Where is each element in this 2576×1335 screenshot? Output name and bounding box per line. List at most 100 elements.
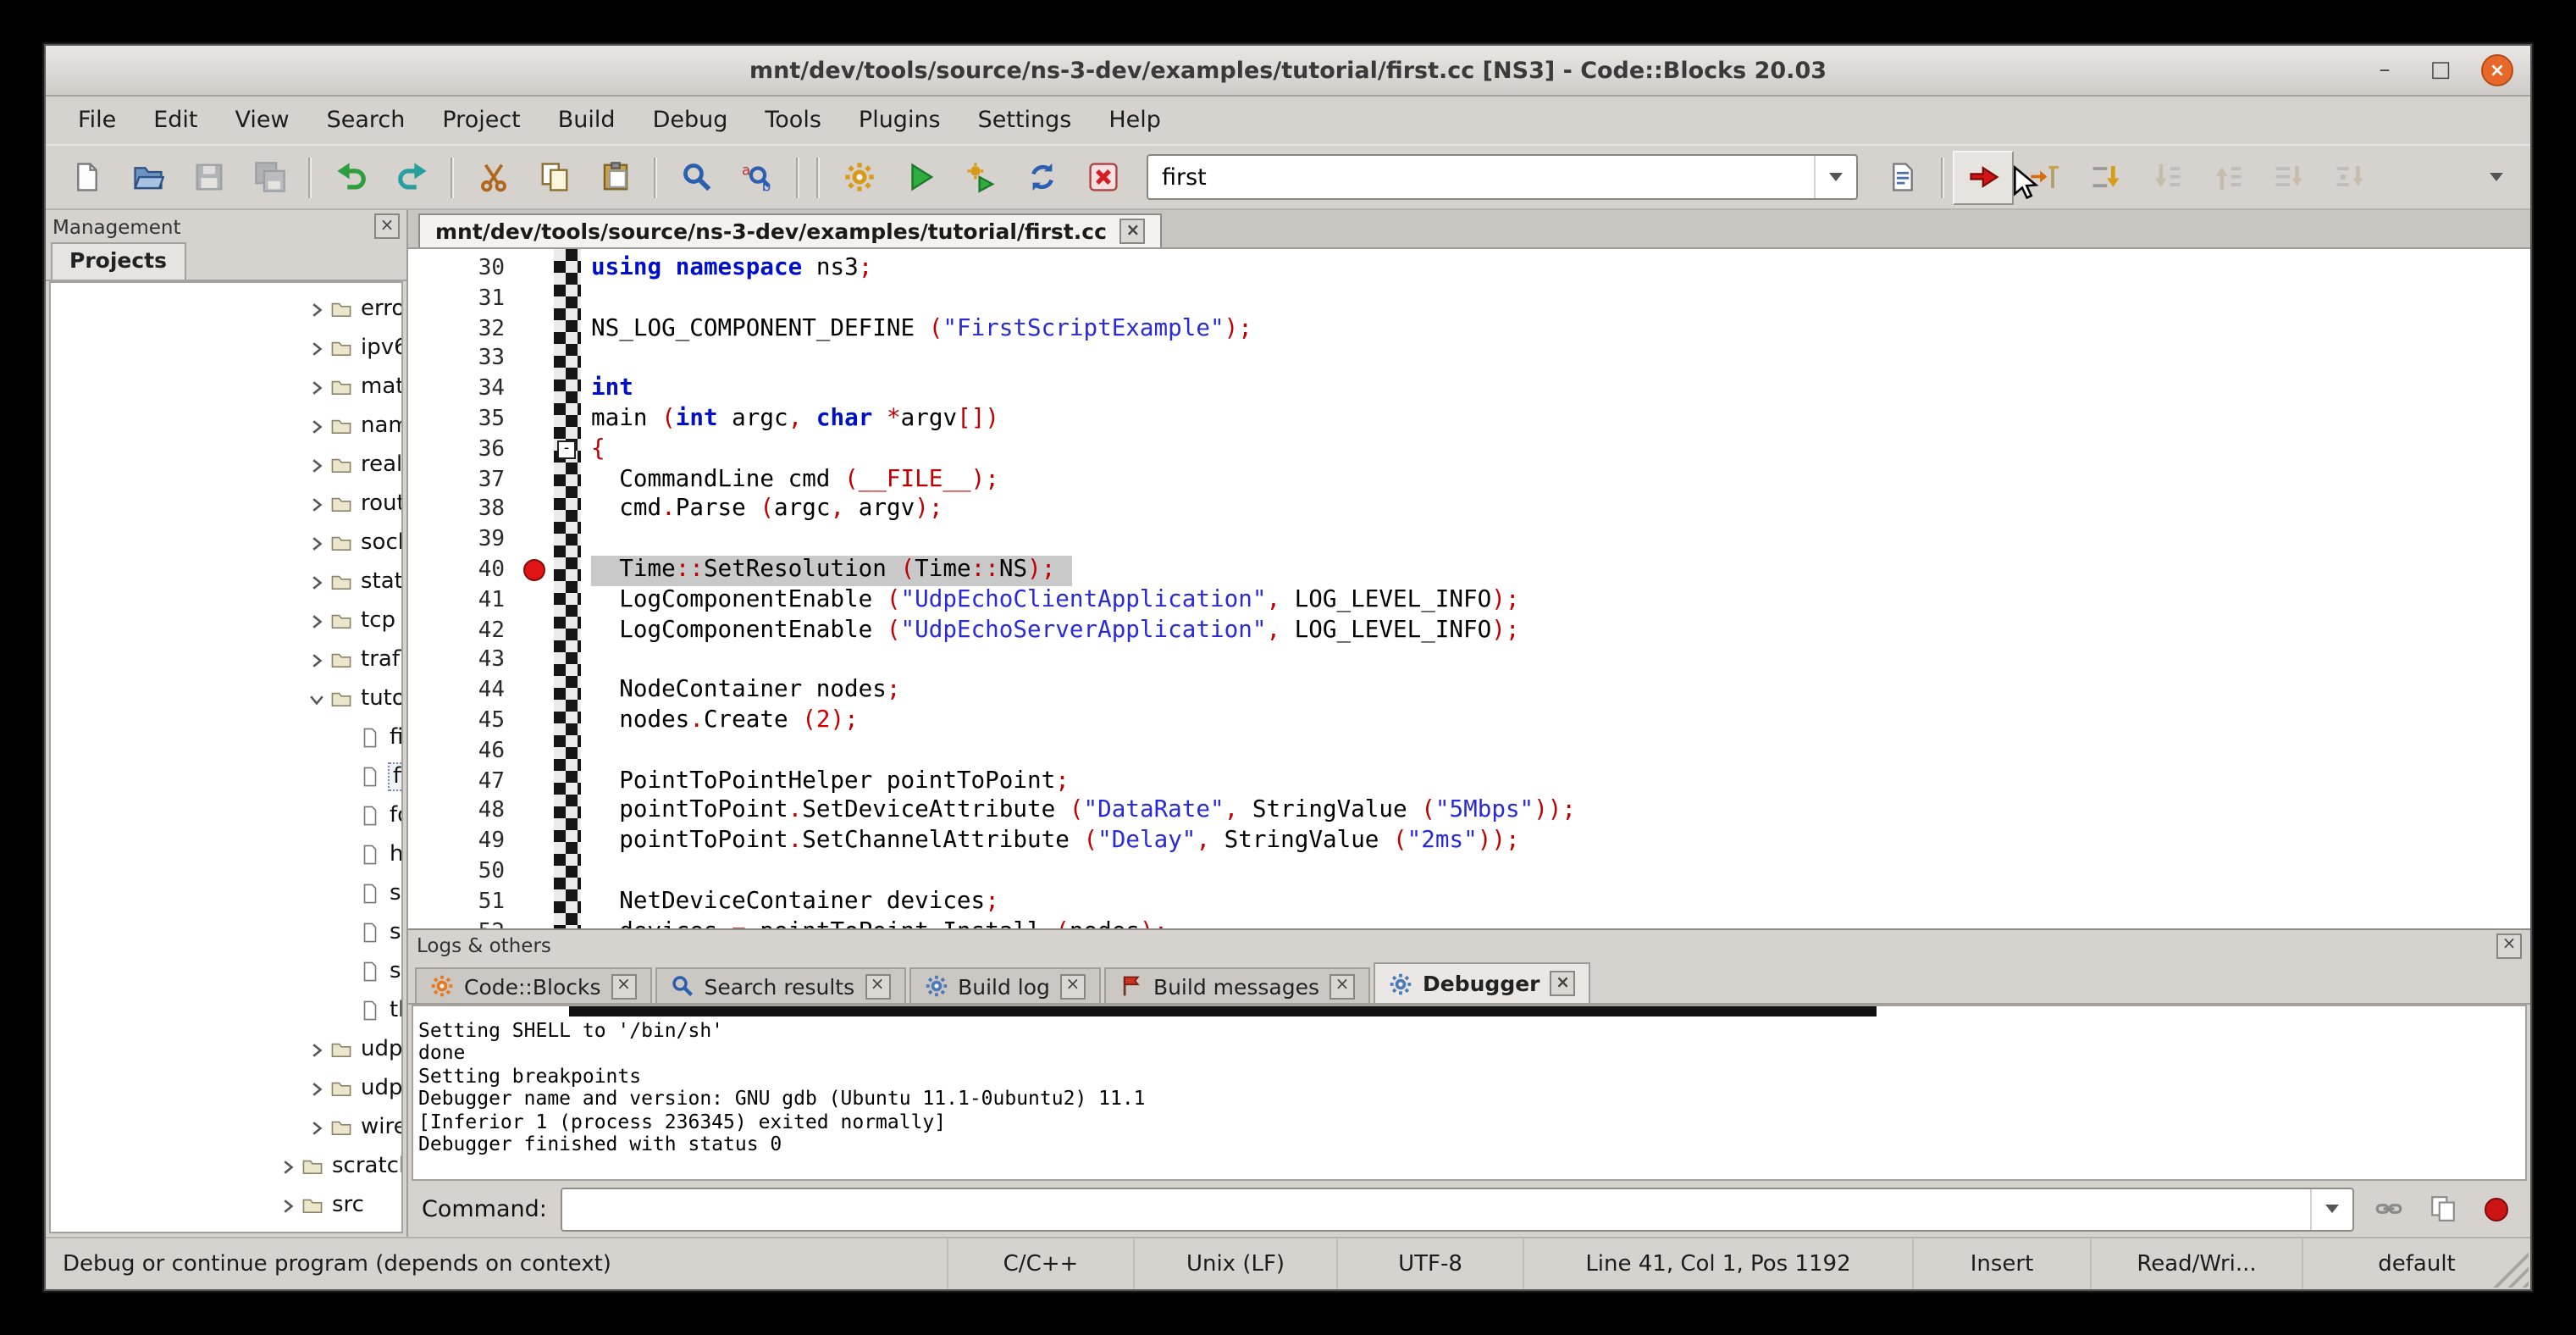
expander-right-icon[interactable] [307, 609, 330, 633]
tree-item-src[interactable]: src [51, 1186, 401, 1225]
tree-item-tcp[interactable]: tcp [51, 601, 401, 640]
editor-margin[interactable] [520, 405, 591, 435]
expander-right-icon[interactable] [307, 531, 330, 555]
editor-margin[interactable] [520, 586, 591, 617]
tree-item-th[interactable]: th [51, 991, 401, 1030]
build-button[interactable] [828, 150, 889, 204]
tree-item-real[interactable]: real [51, 446, 401, 485]
line-number[interactable]: 49 [408, 827, 520, 857]
menu-tools[interactable]: Tools [746, 100, 840, 141]
link-button[interactable] [2368, 1188, 2408, 1229]
find-button[interactable] [666, 150, 727, 204]
editor-margin[interactable] [520, 374, 591, 405]
expander-right-icon[interactable] [307, 492, 330, 516]
tree-item-stat[interactable]: stat [51, 562, 401, 601]
expander-right-icon[interactable] [278, 1155, 301, 1178]
line-number[interactable]: 32 [408, 314, 520, 345]
project-tree[interactable]: erroipv6matnamrealroutsockstattcptrafltu… [49, 281, 403, 1233]
log-tab-build-messages[interactable]: Build messages× [1104, 967, 1370, 1003]
editor-margin[interactable] [520, 797, 591, 828]
editor-margin[interactable] [520, 676, 591, 706]
command-combobox[interactable] [561, 1187, 2354, 1231]
close-button[interactable]: × [2481, 54, 2513, 86]
line-number[interactable]: 35 [408, 405, 520, 435]
menu-build[interactable]: Build [539, 100, 634, 141]
open-file-button[interactable] [117, 150, 178, 204]
log-tab-close-icon[interactable]: × [611, 973, 637, 999]
menu-file[interactable]: File [59, 100, 135, 141]
run-to-cursor-button[interactable] [2014, 150, 2075, 204]
editor-margin[interactable] [520, 917, 591, 928]
tree-item-rout[interactable]: rout [51, 485, 401, 523]
expander-right-icon[interactable] [307, 375, 330, 399]
expander-right-icon[interactable] [307, 570, 330, 594]
editor-margin[interactable] [520, 706, 591, 737]
tree-item-wire[interactable]: wire [51, 1108, 401, 1147]
log-tab-close-icon[interactable]: × [1060, 973, 1086, 999]
editor-margin[interactable] [520, 646, 591, 677]
line-number[interactable]: 46 [408, 737, 520, 767]
command-chevron-down-icon[interactable] [2310, 1188, 2352, 1229]
menu-help[interactable]: Help [1090, 100, 1180, 141]
save-all-button[interactable] [239, 150, 300, 204]
tree-item-se[interactable]: se [51, 874, 401, 913]
next-line-button[interactable] [2075, 150, 2136, 204]
line-number[interactable]: 50 [408, 857, 520, 888]
editor-margin[interactable] [520, 767, 591, 797]
code-editor[interactable]: 30using namespace ns3;3132NS_LOG_COMPONE… [408, 249, 2530, 928]
editor-tab-close-icon[interactable]: × [1120, 219, 1146, 244]
fold-marker-icon[interactable]: - [557, 440, 576, 459]
line-number[interactable]: 47 [408, 767, 520, 797]
copy-log-button[interactable] [2422, 1188, 2463, 1229]
tree-item-udp[interactable]: udp [51, 1030, 401, 1069]
undo-button[interactable] [320, 150, 381, 204]
debugger-command-input[interactable] [562, 1196, 2310, 1221]
redo-button[interactable] [381, 150, 442, 204]
debug-continue-button[interactable] [1953, 150, 2014, 204]
line-number[interactable]: 39 [408, 525, 520, 556]
menu-debug[interactable]: Debug [634, 100, 747, 141]
copy-button[interactable] [523, 150, 584, 204]
line-number[interactable]: 51 [408, 887, 520, 917]
compile-current-file-button[interactable] [1871, 150, 1932, 204]
maximize-button[interactable]: □ [2425, 55, 2456, 86]
line-number[interactable]: 41 [408, 586, 520, 617]
line-number[interactable]: 38 [408, 496, 520, 526]
line-number[interactable]: 37 [408, 465, 520, 496]
editor-margin[interactable] [520, 496, 591, 526]
editor-margin[interactable] [520, 857, 591, 888]
cut-button[interactable] [462, 150, 523, 204]
log-tab-close-icon[interactable]: × [1551, 971, 1576, 996]
log-tab-search-results[interactable]: Search results× [655, 967, 906, 1003]
expander-right-icon[interactable] [278, 1194, 301, 1217]
editor-margin[interactable] [520, 345, 591, 375]
search-chevron-down-icon[interactable] [1814, 156, 1856, 198]
menu-view[interactable]: View [217, 100, 308, 141]
tree-item-nam[interactable]: nam [51, 407, 401, 446]
expander-right-icon[interactable] [307, 336, 330, 360]
line-number[interactable]: 36 [408, 435, 520, 466]
editor-margin[interactable] [520, 314, 591, 345]
tree-item-ipv6[interactable]: ipv6 [51, 329, 401, 368]
tree-item-fir[interactable]: fir [51, 757, 401, 796]
tree-item-udp[interactable]: udp- [51, 1069, 401, 1108]
next-instruction-button[interactable] [2258, 150, 2319, 204]
editor-tab-first-cc[interactable]: mnt/dev/tools/source/ns-3-dev/examples/t… [418, 213, 1163, 247]
editor-margin[interactable] [520, 525, 591, 556]
run-button[interactable] [889, 150, 950, 204]
stop-debugger-button[interactable] [2476, 1188, 2517, 1229]
step-out-button[interactable] [2197, 150, 2258, 204]
expander-right-icon[interactable] [307, 1116, 330, 1139]
line-number[interactable]: 43 [408, 646, 520, 677]
line-number[interactable]: 34 [408, 374, 520, 405]
logs-close-icon[interactable]: × [2496, 933, 2522, 958]
expander-right-icon[interactable] [307, 453, 330, 477]
log-tab-close-icon[interactable]: × [1329, 973, 1355, 999]
save-button[interactable] [178, 150, 239, 204]
editor-margin[interactable] [520, 616, 591, 646]
menu-settings[interactable]: Settings [959, 100, 1091, 141]
abort-build-button[interactable] [1072, 150, 1133, 204]
build-and-run-button[interactable] [950, 150, 1011, 204]
editor-margin[interactable] [520, 465, 591, 496]
log-tab-code-blocks[interactable]: Code::Blocks× [415, 967, 652, 1003]
